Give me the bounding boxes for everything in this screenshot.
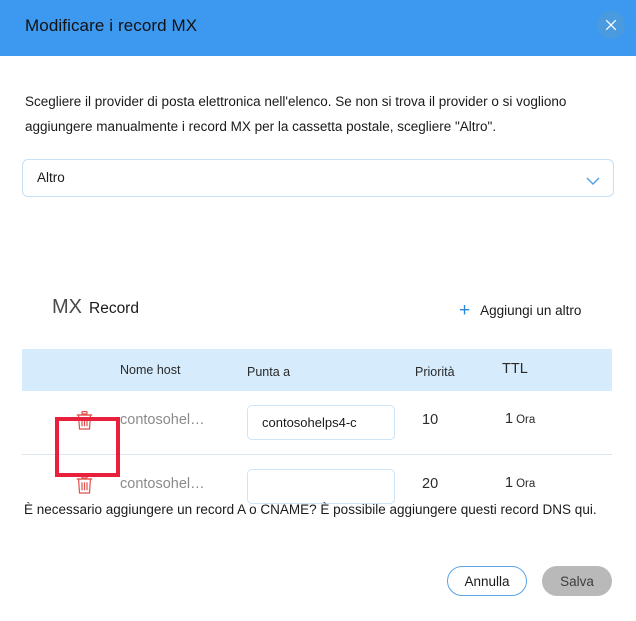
- add-another-button[interactable]: + Aggiungi un altro: [459, 301, 581, 320]
- record-ttl-unit: Ora: [516, 414, 536, 426]
- intro-description: Scegliere il provider di posta elettroni…: [25, 94, 567, 134]
- plus-icon: +: [459, 300, 471, 321]
- dialog-body: Scegliere il provider di posta elettroni…: [0, 56, 636, 621]
- delete-record-button[interactable]: [67, 405, 101, 439]
- trash-icon: [76, 475, 93, 497]
- delete-record-button[interactable]: [67, 469, 101, 503]
- mx-records-table: Nome host Punta a Priorità TTL contosohe…: [22, 349, 612, 518]
- provider-select-value: Altro: [37, 170, 65, 185]
- page-title: Modificare i record MX: [25, 16, 198, 35]
- mx-title-secondary: Record: [89, 300, 139, 317]
- record-ttl: 1 Ora: [505, 411, 535, 427]
- column-header-points-to: Punta a: [247, 365, 291, 379]
- dns-help-note: È necessario aggiungere un record A o CN…: [24, 502, 597, 517]
- record-ttl-number: 1: [505, 411, 514, 427]
- table-row: contosohel… 10 1 Ora: [22, 391, 612, 455]
- record-priority: 10: [422, 412, 439, 428]
- mx-title-primary: MX: [52, 296, 82, 318]
- points-to-input[interactable]: [247, 469, 395, 504]
- record-ttl-unit: Ora: [516, 478, 536, 490]
- dialog-header: Modificare i record MX: [0, 0, 636, 56]
- close-icon: [605, 19, 617, 31]
- record-ttl: 1 Ora: [505, 475, 535, 491]
- mx-record-section-title: MX Record: [52, 296, 139, 319]
- column-header-ttl: TTL: [502, 361, 528, 377]
- record-priority: 20: [422, 476, 439, 492]
- record-host-name: contosohel…: [120, 412, 205, 428]
- close-button[interactable]: [597, 11, 625, 39]
- cancel-button[interactable]: Annulla: [447, 566, 527, 596]
- record-host-name: contosohel…: [120, 476, 205, 492]
- chevron-down-icon: [586, 173, 600, 191]
- trash-icon: [76, 411, 93, 433]
- column-header-host: Nome host: [120, 363, 181, 377]
- table-header-row: Nome host Punta a Priorità TTL: [22, 349, 612, 391]
- record-ttl-number: 1: [505, 475, 514, 491]
- points-to-input[interactable]: [247, 405, 395, 440]
- add-another-label: Aggiungi un altro: [480, 303, 582, 318]
- save-button[interactable]: Salva: [542, 566, 612, 596]
- provider-select[interactable]: Altro: [22, 159, 614, 197]
- column-header-priority: Priorità: [415, 365, 455, 379]
